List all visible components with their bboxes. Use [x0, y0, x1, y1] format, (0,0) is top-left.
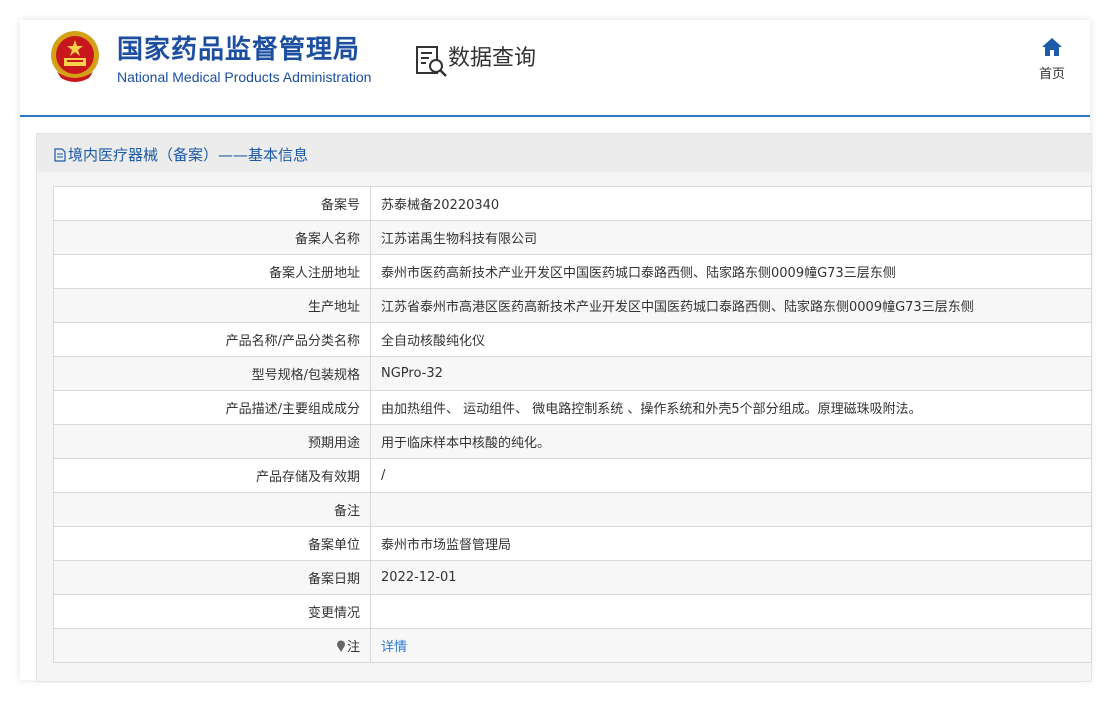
table-row: 产品存储及有效期 / — [53, 458, 1092, 493]
document-icon — [54, 148, 66, 162]
table-row: 备注 — [53, 492, 1092, 527]
row-value: 苏泰械备20220340 — [370, 186, 1092, 221]
note-label-cell: 注 — [53, 628, 371, 663]
site-subtitle: National Medical Products Administration — [117, 69, 372, 85]
table-row: 备案人注册地址 泰州市医药高新技术产业开发区中国医药城口泰路西侧、陆家路东侧00… — [53, 254, 1092, 289]
row-label: 型号规格/包装规格 — [53, 356, 371, 391]
row-value: 2022-12-01 — [370, 560, 1092, 595]
row-value — [370, 594, 1092, 629]
table-row: 型号规格/包装规格 NGPro-32 — [53, 356, 1092, 391]
home-link[interactable]: 首页 — [1032, 37, 1072, 82]
row-value: 泰州市市场监督管理局 — [370, 526, 1092, 561]
page-frame: 国家药品监督管理局 National Medical Products Admi… — [20, 20, 1092, 682]
home-icon — [1042, 38, 1062, 56]
row-label: 预期用途 — [53, 424, 371, 459]
row-value: 由加热组件、 运动组件、 微电路控制系统 、操作系统和外壳5个部分组成。原理磁珠… — [370, 390, 1092, 425]
row-value: 江苏省泰州市高港区医药高新技术产业开发区中国医药城口泰路西侧、陆家路东侧0009… — [370, 288, 1092, 323]
row-label: 备案人名称 — [53, 220, 371, 255]
row-label: 备案号 — [53, 186, 371, 221]
row-label: 产品名称/产品分类名称 — [53, 322, 371, 357]
row-label: 备案单位 — [53, 526, 371, 561]
row-label: 生产地址 — [53, 288, 371, 323]
table-row: 注 详情 — [53, 628, 1092, 663]
table-row: 备案号 苏泰械备20220340 — [53, 186, 1092, 221]
info-panel: 境内医疗器械（备案）——基本信息 备案号 苏泰械备20220340 备案人名称 … — [36, 133, 1092, 682]
site-title: 国家药品监督管理局 — [117, 35, 361, 65]
row-label: 产品描述/主要组成成分 — [53, 390, 371, 425]
row-value: / — [370, 458, 1092, 493]
row-value: 江苏诺禹生物科技有限公司 — [370, 220, 1092, 255]
panel-title-text: 境内医疗器械（备案）——基本信息 — [68, 146, 309, 164]
pin-icon — [336, 640, 345, 652]
row-label: 备注 — [53, 492, 371, 527]
table-row: 生产地址 江苏省泰州市高港区医药高新技术产业开发区中国医药城口泰路西侧、陆家路东… — [53, 288, 1092, 323]
table-row: 备案单位 泰州市市场监督管理局 — [53, 526, 1092, 561]
info-table: 备案号 苏泰械备20220340 备案人名称 江苏诺禹生物科技有限公司 备案人注… — [53, 186, 1092, 663]
national-emblem-icon — [51, 31, 99, 82]
row-label: 产品存储及有效期 — [53, 458, 371, 493]
row-value: NGPro-32 — [370, 356, 1092, 391]
details-link[interactable]: 详情 — [381, 640, 407, 655]
row-label: 变更情况 — [53, 594, 371, 629]
panel-title: 境内医疗器械（备案）——基本信息 — [54, 144, 308, 165]
table-row: 备案人名称 江苏诺禹生物科技有限公司 — [53, 220, 1092, 255]
panel-header: 境内医疗器械（备案）——基本信息 — [37, 134, 1091, 172]
table-row: 预期用途 用于临床样本中核酸的纯化。 — [53, 424, 1092, 459]
home-label: 首页 — [1038, 67, 1065, 82]
row-value: 用于临床样本中核酸的纯化。 — [370, 424, 1092, 459]
table-row: 产品描述/主要组成成分 由加热组件、 运动组件、 微电路控制系统 、操作系统和外… — [53, 390, 1092, 425]
row-value: 全自动核酸纯化仪 — [370, 322, 1092, 357]
site-header: 国家药品监督管理局 National Medical Products Admi… — [20, 20, 1090, 117]
details-link-cell: 详情 — [370, 628, 1092, 663]
table-row: 变更情况 — [53, 594, 1092, 629]
document-search-icon — [416, 46, 447, 77]
row-label: 备案人注册地址 — [53, 254, 371, 289]
row-value — [370, 492, 1092, 527]
row-value: 泰州市医药高新技术产业开发区中国医药城口泰路西侧、陆家路东侧0009幢G73三层… — [370, 254, 1092, 289]
row-label: 注 — [346, 640, 360, 655]
table-row: 备案日期 2022-12-01 — [53, 560, 1092, 595]
table-row: 产品名称/产品分类名称 全自动核酸纯化仪 — [53, 322, 1092, 357]
row-label: 备案日期 — [53, 560, 371, 595]
query-title: 数据查询 — [448, 46, 537, 71]
